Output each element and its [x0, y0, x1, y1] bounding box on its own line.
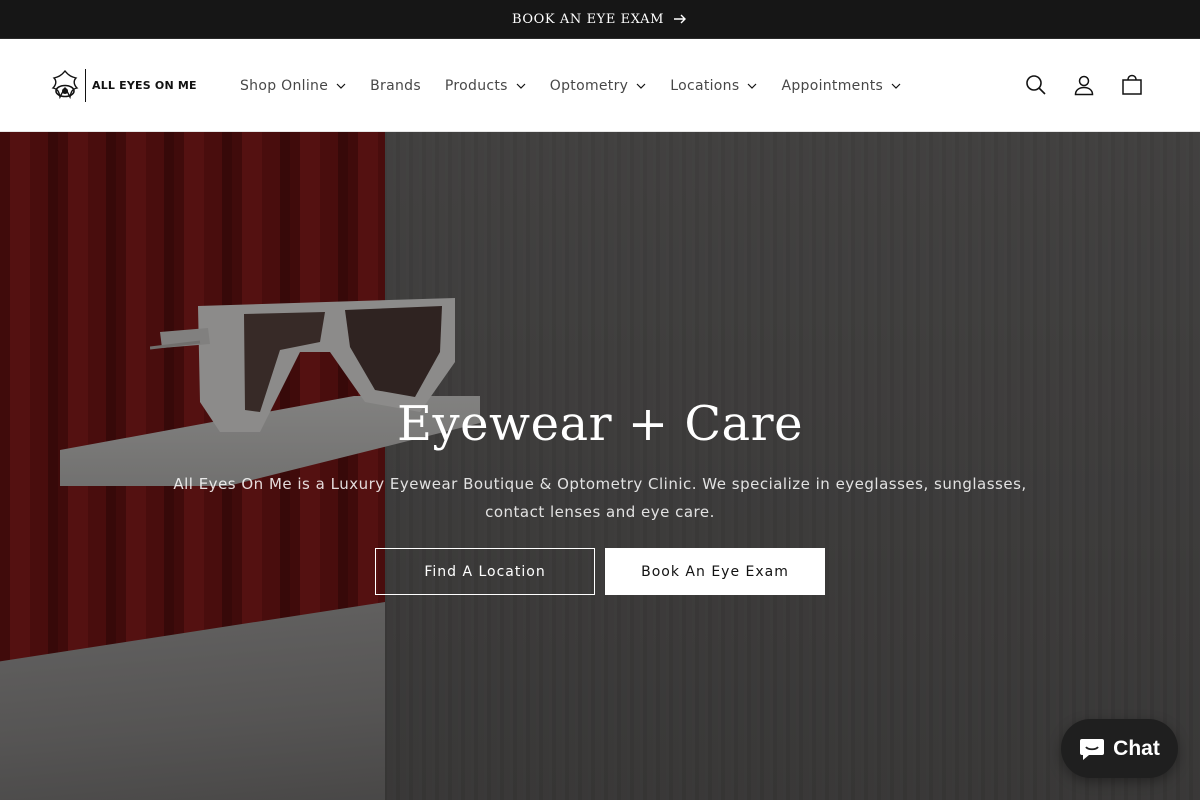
hero-title: Eyewear + Care [396, 396, 804, 452]
chat-button[interactable]: Chat [1061, 719, 1178, 778]
nav-item-shop-online[interactable]: Shop Online [228, 39, 358, 132]
site-header: ALL EYES ON ME Shop Online Brands Produc… [0, 39, 1200, 132]
hero-description: All Eyes On Me is a Luxury Eyewear Bouti… [173, 475, 1027, 521]
hero-banner: Eyewear + Care All Eyes On Me is a Luxur… [0, 132, 1200, 800]
hero-content: Eyewear + Care All Eyes On Me is a Luxur… [0, 132, 1200, 800]
nav-item-locations[interactable]: Locations [658, 39, 769, 132]
account-button[interactable] [1062, 63, 1106, 107]
search-button[interactable] [1014, 63, 1058, 107]
chevron-down-icon [636, 83, 646, 89]
nav-label: Locations [670, 77, 740, 94]
announcement-link[interactable]: BOOK AN EYE EXAM [512, 12, 664, 27]
cart-icon [1122, 74, 1142, 95]
main-nav: Shop Online Brands Products Optometry Lo… [228, 39, 913, 132]
chevron-down-icon [891, 83, 901, 89]
logo-divider [85, 69, 86, 102]
find-location-button[interactable]: Find A Location [375, 548, 595, 595]
arrow-right-icon [672, 11, 688, 27]
cart-button[interactable] [1110, 63, 1154, 107]
nav-label: Optometry [549, 77, 629, 94]
nav-label: Brands [370, 77, 421, 94]
book-eye-exam-button[interactable]: Book An Eye Exam [605, 548, 825, 595]
logo[interactable]: ALL EYES ON ME [50, 68, 202, 103]
logo-eye-icon [51, 69, 79, 100]
nav-label: Shop Online [240, 77, 329, 94]
chevron-down-icon [747, 83, 757, 89]
chat-label: Chat [1113, 736, 1160, 760]
header-icons [1014, 63, 1154, 107]
nav-label: Products [444, 77, 508, 94]
nav-item-optometry[interactable]: Optometry [538, 39, 658, 132]
logo-text: ALL EYES ON ME [92, 79, 197, 92]
account-icon [1074, 75, 1094, 96]
nav-label: Appointments [781, 77, 884, 94]
announcement-bar[interactable]: BOOK AN EYE EXAM [0, 0, 1200, 39]
chevron-down-icon [516, 83, 526, 89]
chevron-down-icon [336, 83, 346, 89]
hero-buttons: Find A Location Book An Eye Exam [375, 548, 825, 595]
nav-item-appointments[interactable]: Appointments [769, 39, 913, 132]
chat-bubble-icon [1080, 738, 1105, 760]
nav-item-products[interactable]: Products [433, 39, 538, 132]
search-icon [1026, 75, 1046, 95]
nav-item-brands[interactable]: Brands [358, 39, 433, 132]
